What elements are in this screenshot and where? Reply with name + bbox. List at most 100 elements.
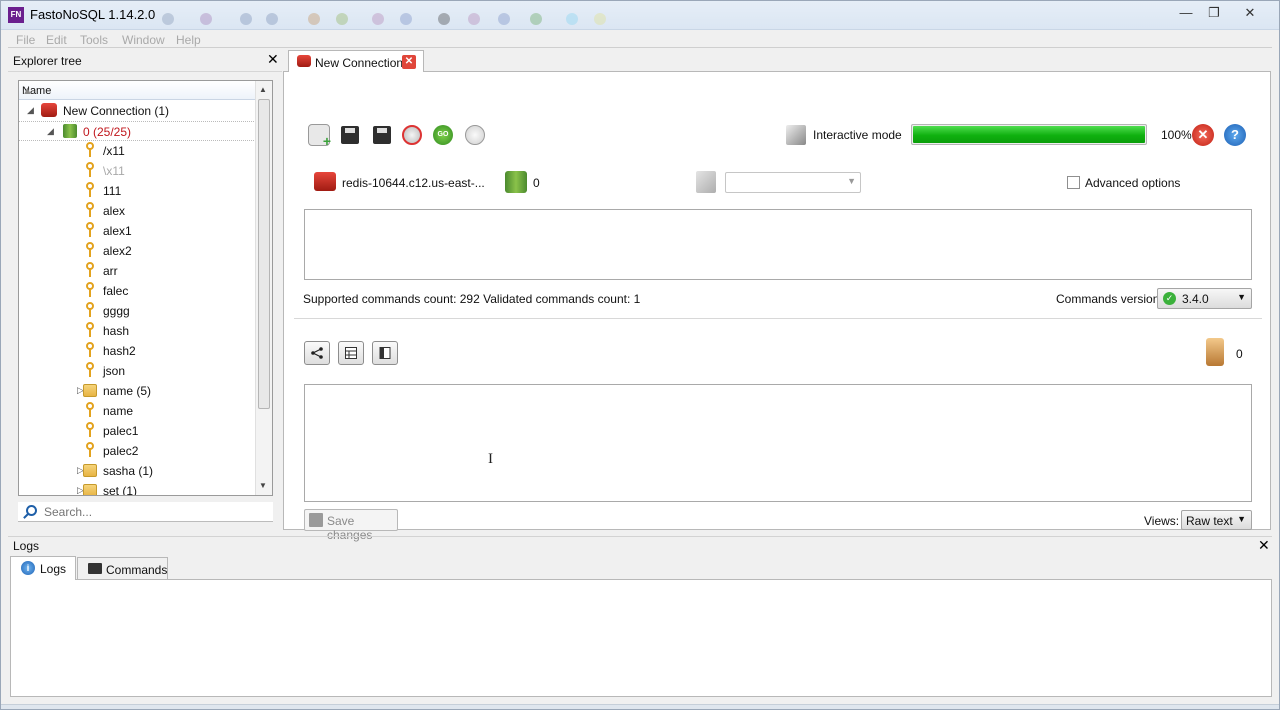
key-icon (85, 202, 95, 218)
logs-header: Logs ✕ (8, 536, 1272, 554)
close-window-button[interactable]: ✕ (1236, 3, 1264, 21)
tree-key-row[interactable]: name (19, 401, 256, 421)
taskbar-strip (0, 704, 1280, 710)
decorative-blur-icon (594, 13, 606, 25)
logs-output[interactable] (10, 580, 1272, 697)
tree-item-label: hash (103, 324, 130, 338)
hourglass-icon (1206, 338, 1224, 366)
save-as-icon[interactable] (373, 126, 391, 144)
tree-key-row[interactable]: falec (19, 281, 256, 301)
tree-key-row[interactable]: alex1 (19, 221, 256, 241)
key-icon (85, 242, 95, 258)
command-editor[interactable] (304, 209, 1252, 280)
tree-item-label: alex1 (103, 224, 132, 238)
tab-commands[interactable]: Commands (77, 557, 168, 580)
tree-item-label: gggg (103, 304, 130, 318)
minimize-button[interactable]: — (1172, 3, 1200, 21)
close-logs-icon[interactable]: ✕ (1258, 537, 1270, 554)
collapse-arrow-icon[interactable]: ◢ (47, 126, 54, 137)
tree-connection-row[interactable]: ◢ New Connection (1) (19, 101, 256, 121)
explorer-tree[interactable]: Name ▲ ◢ New Connection (1) ◢ 0 (25/25) /x11… (18, 80, 273, 496)
decorative-blur-icon (468, 13, 480, 25)
menu-file[interactable]: File (16, 33, 35, 47)
tree-key-row[interactable]: alex2 (19, 241, 256, 261)
tree-key-row[interactable]: arr (19, 261, 256, 281)
tree-key-row[interactable]: alex (19, 201, 256, 221)
tab-bar: New Connection ✕ (283, 50, 1271, 73)
close-tab-icon[interactable]: ✕ (402, 55, 416, 69)
scroll-down-icon[interactable]: ▼ (259, 481, 267, 490)
scrollbar-thumb[interactable] (258, 99, 270, 409)
logs-tab-bar: i Logs Commands (10, 556, 1272, 580)
tree-folder-row[interactable]: ▷ set (1) (19, 481, 256, 495)
tree-item-label: json (103, 364, 126, 378)
collapse-arrow-icon[interactable]: ◢ (27, 105, 34, 116)
interactive-mode-label: Interactive mode (813, 128, 902, 142)
tree-folder-row[interactable]: ▷ name (5) (19, 381, 256, 401)
tree-key-row[interactable]: json (19, 361, 256, 381)
search-icon (26, 505, 37, 516)
help-button[interactable]: ? (1224, 124, 1246, 146)
hand-icon[interactable] (465, 125, 485, 145)
execution-time: 0 (1236, 347, 1243, 361)
output-view[interactable]: I (304, 384, 1252, 502)
tree-view-button[interactable] (304, 341, 330, 365)
sort-ascending-icon: ▲ (22, 85, 33, 97)
search-input[interactable] (44, 504, 264, 520)
namespace-select[interactable]: ▼ (725, 172, 861, 193)
commands-version-select[interactable]: ✓ 3.4.0 ▼ (1157, 288, 1252, 309)
tree-column-header[interactable]: Name ▲ (19, 81, 256, 100)
decorative-blur-icon (372, 13, 384, 25)
views-label: Views: (1144, 514, 1180, 528)
tree-item-label: sasha (1) (103, 464, 154, 478)
execute-icon[interactable]: GO (433, 125, 453, 145)
tree-key-row[interactable]: palec2 (19, 441, 256, 461)
save-icon (309, 513, 323, 527)
tree-scrollbar[interactable]: ▲ ▼ (255, 81, 272, 495)
interactive-mode-icon (786, 125, 806, 145)
maximize-button[interactable]: ❐ (1200, 3, 1228, 21)
save-icon[interactable] (341, 126, 359, 144)
tree-folder-row[interactable]: ▷ sasha (1) (19, 461, 256, 481)
tree-key-row[interactable]: hash (19, 321, 256, 341)
tab-logs-label: Logs (40, 562, 67, 576)
menu-help[interactable]: Help (176, 33, 201, 47)
logs-panel: Logs ✕ i Logs Commands (8, 536, 1272, 697)
tree-key-row[interactable]: palec1 (19, 421, 256, 441)
close-explorer-icon[interactable]: ✕ (267, 51, 279, 68)
open-file-icon[interactable] (308, 124, 331, 149)
key-icon (85, 282, 95, 298)
key-icon (85, 362, 95, 378)
close-connection-button[interactable]: ✕ (1192, 124, 1214, 146)
chevron-down-icon: ▼ (1237, 514, 1246, 524)
text-cursor-icon: I (488, 451, 493, 467)
commands-version-label: Commands version: (1056, 292, 1163, 306)
save-changes-button[interactable]: Save changes (304, 509, 398, 542)
menu-tools[interactable]: Tools (80, 33, 108, 47)
tree-key-row[interactable]: \x11 (19, 161, 256, 181)
main-area: New Connection ✕ GO Interactive mode 100… (283, 50, 1271, 542)
tree-key-row[interactable]: hash2 (19, 341, 256, 361)
menu-edit[interactable]: Edit (46, 33, 67, 47)
tree-key-row[interactable]: gggg (19, 301, 256, 321)
text-view-button[interactable] (372, 341, 398, 365)
tree-key-row[interactable]: /x11 (19, 141, 256, 161)
server-name: redis-10644.c12.us-east-... (342, 176, 485, 190)
key-icon (85, 222, 95, 238)
tree-key-row[interactable]: 111 (19, 181, 256, 201)
tree-database-row[interactable]: ◢ 0 (25/25) (19, 121, 256, 141)
app-logo-icon: FN (8, 7, 24, 23)
stop-icon[interactable] (402, 125, 422, 145)
separator (294, 318, 1262, 319)
title-bar: FN FastoNoSQL 1.14.2.0 — ❐ ✕ (0, 0, 1280, 30)
table-view-button[interactable] (338, 341, 364, 365)
views-select[interactable]: Raw text ▼ (1181, 510, 1252, 530)
decorative-blur-icon (400, 13, 412, 25)
scroll-up-icon[interactable]: ▲ (259, 85, 267, 94)
advanced-options-checkbox[interactable] (1067, 176, 1080, 189)
tab-new-connection[interactable]: New Connection ✕ (288, 50, 424, 73)
menu-window[interactable]: Window (122, 33, 165, 47)
tree-item-label: arr (103, 264, 118, 278)
tab-logs[interactable]: i Logs (10, 556, 76, 580)
redis-icon (297, 55, 311, 67)
